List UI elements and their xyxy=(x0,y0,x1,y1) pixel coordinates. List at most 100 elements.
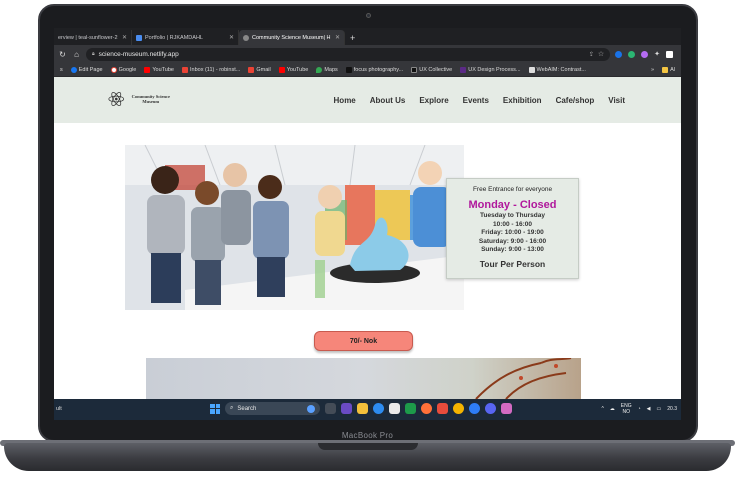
address-bar: ↻ ⌂ 🔒︎ science-museum.netlify.app ⇪ ☆ ✦ xyxy=(54,45,681,63)
tab-1-label: erview | teal-sunflower-2 xyxy=(58,34,118,41)
tab-1[interactable]: erview | teal-sunflower-2 ✕ xyxy=(54,30,132,45)
taskbar-search-label: Search xyxy=(237,405,257,412)
url-field[interactable]: 🔒︎ science-museum.netlify.app ⇪ ☆ xyxy=(86,47,611,61)
tab-2[interactable]: Portfolio | RJKAMDAHL ✕ xyxy=(132,30,239,45)
lock-icon: 🔒︎ xyxy=(92,51,95,57)
screen: erview | teal-sunflower-2 ✕ Portfolio | … xyxy=(54,28,681,420)
hours-line: Sunday: 9:00 - 13:00 xyxy=(481,246,544,253)
opening-hours-card: Free Entrance for everyone Monday - Clos… xyxy=(446,178,579,279)
system-tray: ^ ☁ ENG NO ◔ ◀ ▭ 20.3 xyxy=(601,403,677,415)
firefox-icon[interactable] xyxy=(421,403,432,414)
sidebar-icon[interactable] xyxy=(666,50,673,58)
chrome-icon[interactable] xyxy=(453,403,464,414)
extension-green-icon[interactable] xyxy=(628,50,636,58)
secondary-photo xyxy=(146,358,581,399)
task-view-icon[interactable] xyxy=(325,403,336,414)
app-red-icon[interactable] xyxy=(437,403,448,414)
app-blue-icon[interactable] xyxy=(469,403,480,414)
new-tab-button[interactable]: + xyxy=(345,30,360,45)
bookmark-focus-photography[interactable]: focus photography... xyxy=(345,66,403,73)
edge-icon[interactable] xyxy=(373,403,384,414)
clock-text[interactable]: 20.3 xyxy=(667,406,677,412)
bookmark-maps[interactable]: Maps xyxy=(316,66,338,73)
close-icon[interactable]: ✕ xyxy=(335,34,340,41)
laptop-notch xyxy=(318,443,418,450)
bookmark-ux-collective[interactable]: UX Collective xyxy=(411,66,452,73)
tour-per-person-text: Tour Per Person xyxy=(479,258,546,269)
price-button[interactable]: 70/- Nok xyxy=(314,331,413,351)
cloud-icon[interactable]: ☁ xyxy=(610,406,615,412)
extension-purple-icon[interactable] xyxy=(641,50,649,58)
home-icon[interactable]: ⌂ xyxy=(72,50,81,59)
hours-line: Friday: 10:00 - 19:00 xyxy=(481,229,544,236)
bookmark-gmail[interactable]: Gmail xyxy=(248,66,271,73)
device-label: MacBook Pro xyxy=(341,431,394,440)
nav-cafe-shop[interactable]: Cafe/shop xyxy=(556,96,595,105)
lang-bottom: NO xyxy=(622,409,630,415)
tab-2-label: Portfolio | RJKAMDAHL xyxy=(145,34,203,41)
hours-list: Tuesday to Thursday 10:00 - 16:00 Friday… xyxy=(447,212,578,255)
bookmark-inbox[interactable]: Inbox (11) - robinst... xyxy=(181,66,240,73)
bookmark-youtube-2[interactable]: YouTube xyxy=(278,66,308,73)
puzzle-icon[interactable]: ✦ xyxy=(654,50,660,58)
battery-icon[interactable]: ▭ xyxy=(657,406,662,412)
extension-blue-icon[interactable] xyxy=(615,50,623,58)
share-icon[interactable]: ⇪ xyxy=(589,51,594,58)
app-pink-icon[interactable] xyxy=(501,403,512,414)
bookmarks-bar: s Edit Page Google YouTube Inbox (11) - … xyxy=(54,63,681,77)
tab-3-active[interactable]: Community Science Museum| H ✕ xyxy=(239,30,345,45)
bookmark-overflow-left[interactable]: s xyxy=(60,67,63,73)
app-green-icon[interactable] xyxy=(405,403,416,414)
nav-visit[interactable]: Visit xyxy=(608,96,625,105)
browser-tab-bar: erview | teal-sunflower-2 ✕ Portfolio | … xyxy=(54,28,681,45)
bookmark-google[interactable]: Google xyxy=(110,66,136,73)
bookmark-youtube[interactable]: YouTube xyxy=(144,66,174,73)
hours-line: 10:00 - 16:00 xyxy=(492,220,533,228)
hours-line: Saturday: 9:00 - 16:00 xyxy=(478,237,547,245)
windows-taskbar: ult ⌕ Search ^ ☁ ENG NO ◔ ◀ ▭ 20.3 xyxy=(54,399,681,420)
search-icon: ⌕ xyxy=(230,405,234,411)
globe-icon xyxy=(243,34,249,41)
hours-line: Tuesday to Thursday xyxy=(480,212,545,219)
nav-explore[interactable]: Explore xyxy=(419,96,448,105)
close-icon[interactable]: ✕ xyxy=(122,34,127,41)
bookmark-ux-design-process[interactable]: UX Design Process... xyxy=(460,66,521,73)
wifi-icon[interactable]: ◔ xyxy=(638,406,641,412)
nav-home[interactable]: Home xyxy=(334,96,356,105)
bookmark-webaim[interactable]: WebAIM: Contrast... xyxy=(528,66,586,73)
camera-dot xyxy=(366,13,371,18)
nav-events[interactable]: Events xyxy=(463,96,489,105)
bookmark-edit-page[interactable]: Edit Page xyxy=(70,66,103,73)
bookmarks-more-icon[interactable]: » xyxy=(651,67,654,73)
star-icon[interactable]: ☆ xyxy=(598,50,604,58)
free-entrance-text: Free Entrance for everyone xyxy=(472,186,553,193)
chevron-up-icon[interactable]: ^ xyxy=(601,406,603,412)
reload-icon[interactable]: ↻ xyxy=(58,50,67,59)
volume-icon[interactable]: ◀ xyxy=(647,406,651,412)
close-icon[interactable]: ✕ xyxy=(229,34,234,41)
store-icon[interactable] xyxy=(389,403,400,414)
teams-icon[interactable] xyxy=(341,403,352,414)
bing-icon xyxy=(307,404,315,413)
windows-start-icon[interactable] xyxy=(210,403,220,414)
tab-favicon-icon xyxy=(136,34,142,41)
taskbar-center: ⌕ Search xyxy=(210,402,512,415)
atom-icon xyxy=(108,92,125,106)
web-page: Community Science Museum Home About Us E… xyxy=(54,77,681,399)
site-logo[interactable]: Community Science Museum xyxy=(108,87,174,111)
taskbar-left-text: ult xyxy=(56,406,62,412)
language-indicator[interactable]: ENG NO xyxy=(621,403,632,415)
nav-exhibition[interactable]: Exhibition xyxy=(503,96,542,105)
url-text: science-museum.netlify.app xyxy=(98,50,179,58)
closed-day-text: Monday - Closed xyxy=(468,199,557,211)
taskbar-search[interactable]: ⌕ Search xyxy=(225,402,320,415)
file-explorer-icon[interactable] xyxy=(357,403,368,414)
discord-icon[interactable] xyxy=(485,403,496,414)
all-bookmarks[interactable]: Al xyxy=(662,66,675,73)
nav-about-us[interactable]: About Us xyxy=(370,96,406,105)
logo-text: Community Science Museum xyxy=(131,94,170,104)
extensions: ✦ xyxy=(615,50,677,58)
tab-3-label: Community Science Museum| H xyxy=(252,34,331,41)
main-nav: Home About Us Explore Events Exhibition … xyxy=(334,96,625,105)
hero-photo-children-science xyxy=(125,145,464,310)
